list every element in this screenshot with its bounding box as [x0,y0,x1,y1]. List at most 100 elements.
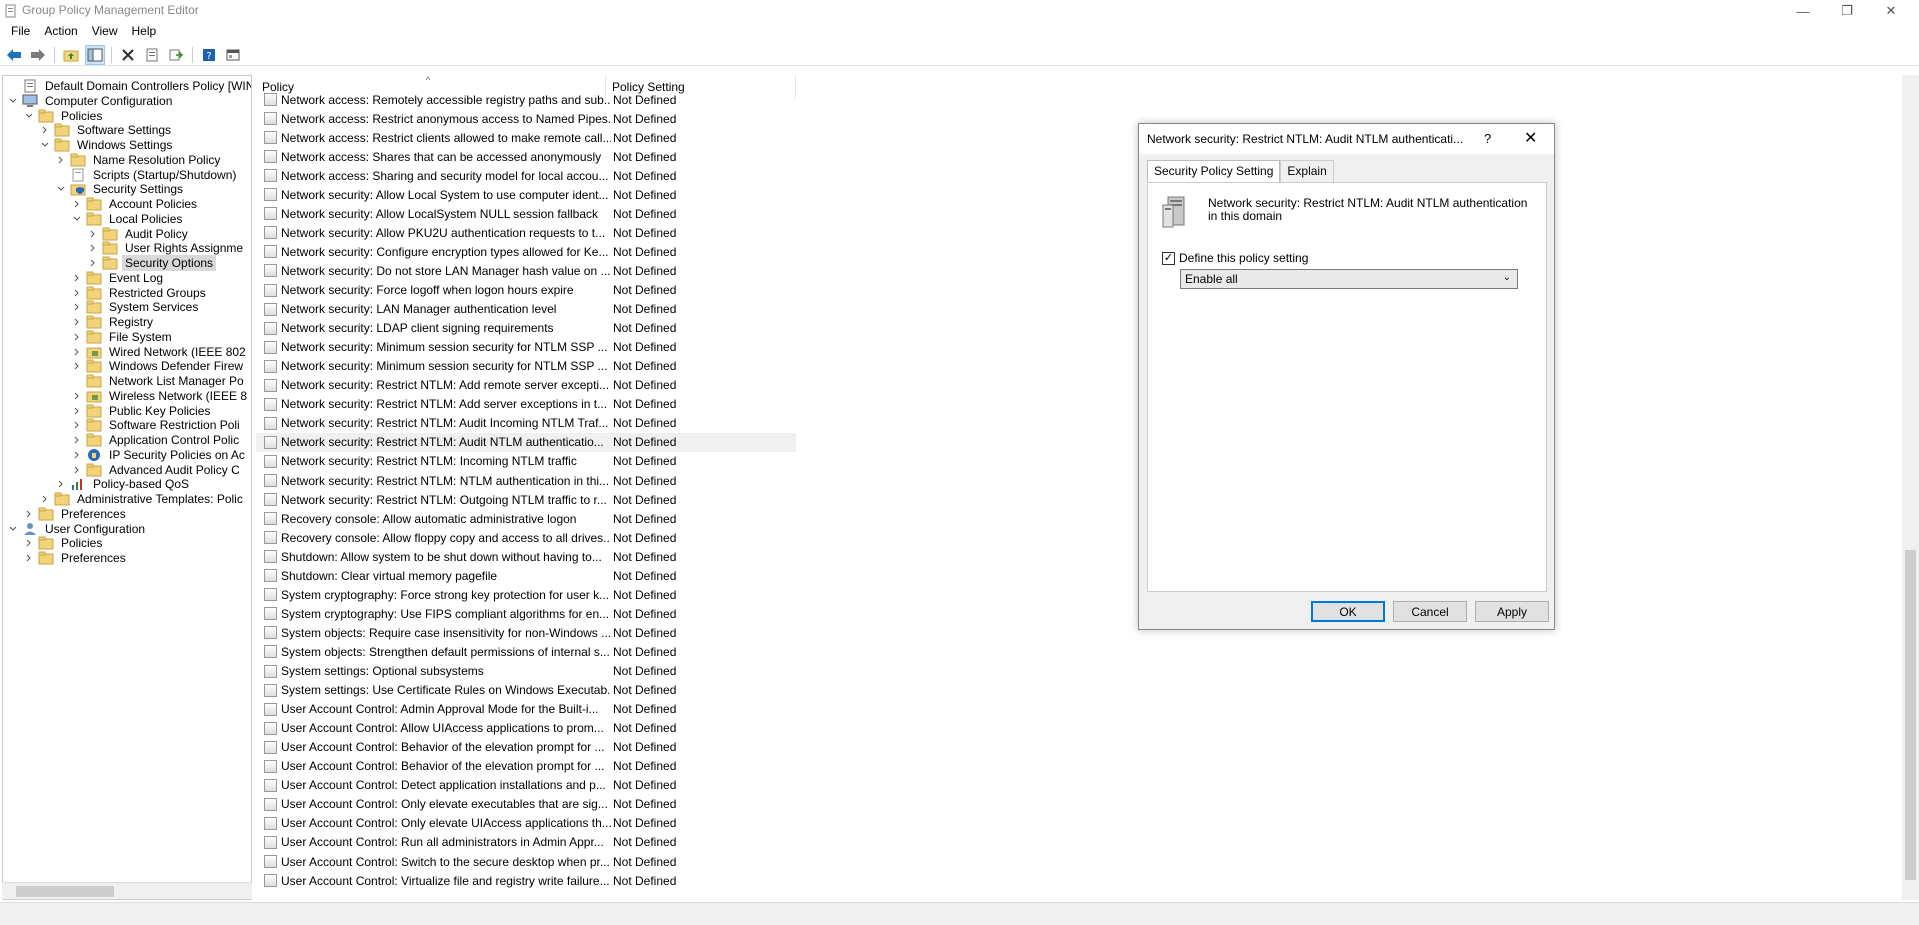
chevron-right-icon[interactable] [23,508,35,520]
table-row[interactable]: Network security: Restrict NTLM: Add ser… [256,395,796,414]
chevron-down-icon[interactable] [39,139,51,151]
menu-file[interactable]: File [4,22,37,42]
menu-view[interactable]: View [85,22,125,42]
table-row[interactable]: Network security: Do not store LAN Manag… [256,261,796,280]
table-row[interactable]: User Account Control: Only elevate UIAcc… [256,814,796,833]
table-row[interactable]: Network security: Allow LocalSystem NULL… [256,204,796,223]
tab-explain[interactable]: Explain [1280,160,1334,182]
table-row[interactable]: Network security: LDAP client signing re… [256,319,796,338]
table-row[interactable]: Network security: Allow Local System to … [256,185,796,204]
chevron-right-icon[interactable] [71,316,83,328]
table-row[interactable]: Recovery console: Allow floppy copy and … [256,528,796,547]
table-row[interactable]: Network security: Restrict NTLM: Outgoin… [256,490,796,509]
table-row[interactable]: User Account Control: Allow UIAccess app… [256,719,796,738]
chevron-right-icon[interactable] [71,272,83,284]
table-row[interactable]: Network security: Restrict NTLM: Add rem… [256,376,796,395]
table-row[interactable]: Network access: Remotely accessible regi… [256,90,796,109]
chevron-right-icon[interactable] [55,478,67,490]
chevron-right-icon[interactable] [71,301,83,313]
policy-value-dropdown[interactable]: Enable all ⌄ [1180,269,1518,289]
console-icon[interactable] [223,45,243,65]
chevron-right-icon[interactable] [71,346,83,358]
help-icon[interactable]: ? [199,45,219,65]
table-row[interactable]: User Account Control: Behavior of the el… [256,757,796,776]
chevron-down-icon[interactable] [71,213,83,225]
chevron-right-icon[interactable] [39,493,51,505]
minimize-button[interactable]: — [1781,0,1825,22]
table-row[interactable]: User Account Control: Detect application… [256,776,796,795]
ok-button[interactable]: OK [1311,601,1385,622]
table-row[interactable]: System settings: Use Certificate Rules o… [256,681,796,700]
tree-item-preferences[interactable]: Preferences [23,549,129,567]
table-row[interactable]: Network access: Sharing and security mod… [256,166,796,185]
table-row[interactable]: Network security: Force logoff when logo… [256,281,796,300]
chevron-right-icon[interactable] [71,390,83,402]
chevron-right-icon[interactable] [71,331,83,343]
table-row[interactable]: Network security: LAN Manager authentica… [256,300,796,319]
tree-horizontal-scrollbar[interactable] [2,882,252,899]
table-row[interactable]: Network access: Restrict clients allowed… [256,128,796,147]
table-row[interactable]: System cryptography: Force strong key pr… [256,585,796,604]
apply-button[interactable]: Apply [1475,601,1549,622]
table-row[interactable]: User Account Control: Admin Approval Mod… [256,700,796,719]
restore-button[interactable]: ❐ [1825,0,1869,22]
chevron-right-icon[interactable] [87,242,99,254]
chevron-right-icon[interactable] [71,287,83,299]
scrollbar-thumb[interactable] [16,886,114,897]
cancel-button[interactable]: Cancel [1393,601,1467,622]
scrollbar-thumb[interactable] [1905,550,1916,880]
export-icon[interactable] [166,45,186,65]
chevron-right-icon[interactable] [23,537,35,549]
menu-help[interactable]: Help [125,22,164,42]
table-row[interactable]: Network security: Restrict NTLM: NTLM au… [256,471,796,490]
table-row[interactable]: System objects: Strengthen default permi… [256,642,796,661]
menu-action[interactable]: Action [37,22,84,42]
table-row[interactable]: Shutdown: Allow system to be shut down w… [256,547,796,566]
table-row[interactable]: User Account Control: Behavior of the el… [256,738,796,757]
properties-icon[interactable] [142,45,162,65]
table-row[interactable]: Network security: Restrict NTLM: Audit I… [256,414,796,433]
table-row[interactable]: System settings: Optional subsystems Not … [256,662,796,681]
close-window-button[interactable]: ✕ [1869,0,1913,22]
table-row[interactable]: System objects: Require case insensitivi… [256,623,796,642]
back-arrow-icon[interactable] [4,45,24,65]
table-row[interactable]: User Account Control: Only elevate execu… [256,795,796,814]
table-row[interactable]: Shutdown: Clear virtual memory pagefile N… [256,566,796,585]
chevron-down-icon[interactable] [7,523,19,535]
table-row[interactable]: Network security: Allow PKU2U authentica… [256,223,796,242]
forward-arrow-icon[interactable] [28,45,48,65]
chevron-right-icon[interactable] [71,449,83,461]
checkbox-box[interactable]: ✓ [1162,251,1175,265]
chevron-down-icon[interactable] [23,110,35,122]
list-vertical-scrollbar[interactable] [1902,75,1919,900]
table-row[interactable]: Network security: Minimum session securi… [256,338,796,357]
chevron-down-icon[interactable] [55,183,67,195]
table-row[interactable]: System cryptography: Use FIPS compliant … [256,604,796,623]
table-row[interactable]: User Account Control: Switch to the secu… [256,852,796,871]
table-row[interactable]: User Account Control: Run all administra… [256,833,796,852]
table-row[interactable]: Network access: Restrict anonymous acces… [256,109,796,128]
table-row[interactable]: Network security: Restrict NTLM: Audit N… [256,432,796,452]
chevron-right-icon[interactable] [39,124,51,136]
delete-icon[interactable] [118,45,138,65]
chevron-right-icon[interactable] [71,198,83,210]
table-row[interactable]: User Account Control: Virtualize file an… [256,871,796,890]
chevron-right-icon[interactable] [23,552,35,564]
table-row[interactable]: Network access: Shares that can be acces… [256,147,796,166]
console-tree[interactable]: Default Domain Controllers Policy [WIN-T… [2,75,252,900]
dialog-close-button[interactable]: ✕ [1524,128,1537,148]
tab-security-policy-setting[interactable]: Security Policy Setting [1147,160,1281,183]
chevron-right-icon[interactable] [71,464,83,476]
chevron-right-icon[interactable] [71,419,83,431]
show-hide-tree-icon[interactable] [85,44,105,65]
chevron-right-icon[interactable] [55,154,67,166]
define-policy-checkbox[interactable]: ✓ Define this policy setting [1162,251,1308,265]
chevron-right-icon[interactable] [87,228,99,240]
table-row[interactable]: Recovery console: Allow automatic admini… [256,509,796,528]
chevron-right-icon[interactable] [87,257,99,269]
table-row[interactable]: Network security: Restrict NTLM: Incomin… [256,452,796,471]
chevron-right-icon[interactable] [71,360,83,372]
chevron-down-icon[interactable] [7,95,19,107]
up-folder-icon[interactable] [61,45,81,65]
chevron-right-icon[interactable] [71,434,83,446]
